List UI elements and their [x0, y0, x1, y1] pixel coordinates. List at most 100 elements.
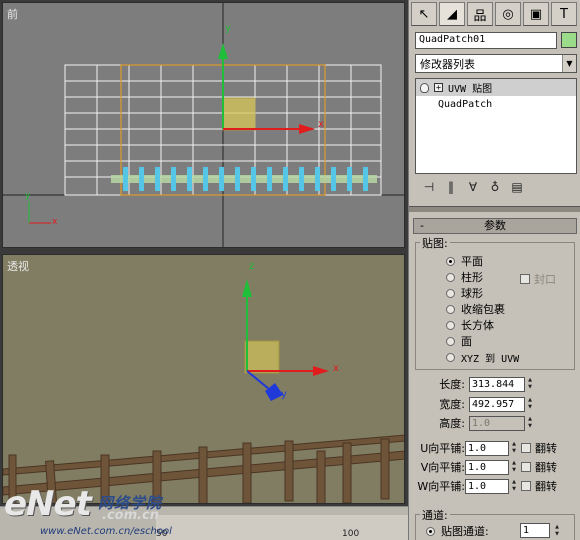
w-tile-arrows[interactable]: ▲ ▼	[510, 479, 518, 494]
radio-face[interactable]: 面	[446, 333, 472, 349]
create-tab-icon[interactable]: ↖	[411, 2, 437, 26]
height-spinner: 高度: 1.0 ▲ ▼	[421, 415, 534, 431]
persp-x-arrow	[313, 366, 329, 376]
radio-box[interactable]: 长方体	[446, 317, 494, 333]
radio-cylindrical[interactable]: 柱形	[446, 269, 483, 285]
cap-label: 封口	[534, 273, 556, 286]
u-tile-spinner: U向平铺: 1.0 ▲ ▼ 翻转	[415, 440, 557, 456]
width-field[interactable]: 492.957	[469, 396, 525, 412]
display-tab-icon[interactable]: ▣	[523, 2, 549, 26]
radio-icon[interactable]	[446, 304, 455, 314]
chevron-down-icon[interactable]: ▼	[562, 55, 576, 72]
hierarchy-tab-icon[interactable]: 品	[467, 2, 493, 26]
make-unique-icon[interactable]: ∀	[465, 179, 481, 195]
pin-stack-icon[interactable]: ⊣	[421, 179, 437, 195]
y-axis-label: y	[225, 23, 231, 34]
collapse-minus-icon: -	[420, 219, 424, 232]
object-name-field[interactable]: QuadPatch01	[415, 32, 557, 49]
radio-label: 球形	[461, 287, 483, 300]
radio-xyz-to-uvw[interactable]: XYZ 到 UVW	[446, 349, 519, 365]
utilities-tab-icon[interactable]: T	[551, 2, 577, 26]
channel-group-title: 通道:	[420, 507, 450, 523]
modifier-stack: + UVW 贴图 QuadPatch	[415, 78, 577, 174]
checkbox-icon[interactable]	[520, 274, 530, 284]
front-viewport[interactable]: 前 y x y x	[2, 2, 405, 248]
v-tile-spinner: V向平铺: 1.0 ▲ ▼ 翻转	[415, 459, 557, 475]
remove-modifier-icon[interactable]: ♁	[487, 179, 503, 195]
height-label: 高度:	[439, 417, 465, 430]
enet-watermark: eNet 网络学院 .com.cn www.eNet.com.cn/eschoo…	[2, 482, 262, 538]
w-tile-field[interactable]: 1.0	[465, 478, 509, 494]
parameters-rollout-header[interactable]: - 参数	[413, 218, 577, 234]
height-field[interactable]: 1.0	[469, 415, 525, 431]
u-flip-checkbox[interactable]	[521, 443, 531, 453]
radio-icon[interactable]	[446, 352, 455, 362]
height-spinner-arrows[interactable]: ▲ ▼	[526, 416, 534, 431]
length-spinner-arrows[interactable]: ▲ ▼	[526, 377, 534, 392]
perspective-viewport-label[interactable]: 透视	[7, 258, 29, 274]
v-tile-field[interactable]: 1.0	[465, 459, 509, 475]
front-viewport-canvas	[3, 3, 404, 247]
mapping-group-title: 贴图:	[420, 235, 450, 251]
motion-tab-icon[interactable]: ◎	[495, 2, 521, 26]
modifier-list-dropdown[interactable]: 修改器列表 ▼	[415, 54, 577, 73]
stack-item-quadpatch[interactable]: QuadPatch	[416, 96, 576, 113]
show-end-result-icon[interactable]: ‖	[443, 179, 459, 195]
radio-icon[interactable]	[446, 256, 455, 266]
radio-icon[interactable]	[426, 526, 435, 536]
command-panel-tabs: ↖ ◢ 品 ◎ ▣ T	[411, 2, 579, 28]
radio-label: 面	[461, 335, 472, 348]
modify-tab-icon[interactable]: ◢	[439, 2, 465, 26]
persp-gizmo-plane	[244, 340, 280, 374]
u-flip-label: 翻转	[535, 442, 557, 455]
v-tile-arrows[interactable]: ▲ ▼	[510, 460, 518, 475]
front-viewport-label[interactable]: 前	[7, 6, 18, 22]
radio-icon[interactable]	[446, 288, 455, 298]
radio-shrink-wrap[interactable]: 收缩包裹	[446, 301, 505, 317]
length-field[interactable]: 313.844	[469, 376, 525, 392]
radio-icon[interactable]	[446, 336, 455, 346]
radio-icon[interactable]	[446, 320, 455, 330]
map-channel-field[interactable]: 1	[520, 523, 550, 538]
u-tile-label: U向平铺:	[420, 442, 465, 455]
map-channel-arrows[interactable]: ▲ ▼	[553, 523, 561, 538]
persp-x-label: x	[333, 363, 339, 374]
w-flip-checkbox[interactable]	[521, 481, 531, 491]
configure-sets-icon[interactable]: ▤	[509, 179, 525, 195]
lightbulb-icon[interactable]	[420, 82, 429, 93]
panel-divider[interactable]	[409, 206, 580, 212]
object-color-swatch[interactable]	[561, 32, 577, 48]
tick-100: 100	[342, 529, 360, 539]
radio-spherical[interactable]: 球形	[446, 285, 483, 301]
length-spinner: 长度: 313.844 ▲ ▼	[421, 376, 534, 392]
width-label: 宽度:	[439, 398, 465, 411]
stack-item-label: QuadPatch	[438, 99, 493, 110]
expand-plus-icon[interactable]: +	[434, 83, 443, 92]
length-label: 长度:	[439, 378, 465, 391]
radio-label: 柱形	[461, 271, 483, 284]
corner-x-label: x	[52, 217, 58, 227]
corner-y-label: y	[25, 191, 31, 201]
radio-planar[interactable]: 平面	[446, 253, 483, 269]
persp-z-arrow	[242, 279, 252, 297]
u-tile-field[interactable]: 1.0	[465, 440, 509, 456]
w-flip-label: 翻转	[535, 480, 557, 493]
radio-label: 平面	[461, 255, 483, 268]
v-tile-label: V向平铺:	[420, 461, 465, 474]
gizmo-plane	[222, 97, 256, 131]
radio-label: 长方体	[461, 319, 494, 332]
stack-item-uvw-map[interactable]: + UVW 贴图	[416, 79, 576, 96]
radio-icon[interactable]	[446, 272, 455, 282]
w-tile-spinner: W向平铺: 1.0 ▲ ▼ 翻转	[415, 478, 557, 494]
mapping-group: 贴图: 平面 柱形 封口 球形 收缩包裹 长方体 面 XYZ 到 UVW	[415, 235, 575, 370]
x-axis-arrow	[299, 124, 315, 134]
perspective-viewport[interactable]: 透视 z x y	[2, 254, 405, 504]
width-spinner-arrows[interactable]: ▲ ▼	[526, 397, 534, 412]
x-axis-label: x	[318, 119, 324, 130]
u-tile-arrows[interactable]: ▲ ▼	[510, 441, 518, 456]
fence-strip	[111, 175, 377, 183]
radio-label: 贴图通道:	[441, 525, 489, 538]
v-flip-checkbox[interactable]	[521, 462, 531, 472]
cap-checkbox[interactable]: 封口	[520, 271, 556, 287]
radio-map-channel[interactable]: 贴图通道:	[426, 523, 489, 539]
